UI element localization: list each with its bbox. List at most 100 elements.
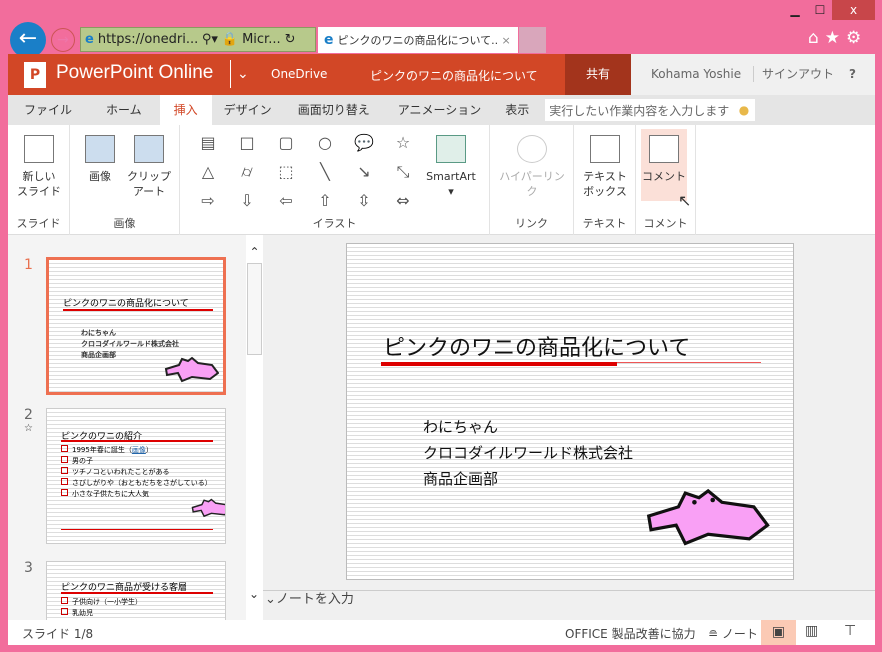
thumb-line: 小さな子供たちに大人気 [61,489,212,500]
subtitle-line: クロコダイルワールド株式会社 [423,444,634,462]
tab-transitions[interactable]: 画面切り替え [284,95,384,125]
shape-12-icon[interactable]: ⇨ [198,191,218,211]
label: クリップ [127,170,171,183]
shape-17-icon[interactable]: ⇔ [393,191,413,211]
slide-thumbnail-1[interactable]: ピンクのワニの商品化について わにちゃん クロコダイルワールド株式会社 商品企画部 [46,257,226,395]
back-button[interactable]: ← [10,22,46,58]
app-name[interactable]: PowerPoint Online [56,62,213,84]
ribbon: スライド 新しい スライド 画像 画像 クリップ アート イラスト ▤ □ ▢ ○ 💬 ☆ △ ⌭… [8,125,875,235]
notes-toggle-icon[interactable]: ⌄ [265,592,276,607]
label: ボックス [583,185,627,198]
crocodile-image [191,498,225,518]
scroll-down-icon[interactable]: ⌄ [249,587,259,601]
tab-design[interactable]: デザイン [212,95,284,125]
lock-icon[interactable]: 🔒 [222,32,238,47]
close-button[interactable]: x [832,0,875,20]
reading-view-icon[interactable]: ▥ [805,623,818,639]
shape-13-icon[interactable]: ⇩ [237,191,257,211]
normal-view-button[interactable]: ▣ [761,620,796,645]
scroll-up-icon[interactable]: ⌃ [246,245,263,259]
user-name[interactable]: Kohama Yoshie [651,54,741,95]
slide-canvas[interactable]: ピンクのワニの商品化について わにちゃん クロコダイルワールド株式会社 商品企画… [346,243,794,580]
slide-subtitle[interactable]: わにちゃん クロコダイルワールド株式会社 商品企画部 [423,414,633,492]
notes-placeholder: ノートを入力 [275,592,354,607]
smartart-button[interactable]: SmartArt ▾ [418,135,484,199]
clipart-button[interactable]: クリップ アート [126,135,172,199]
tab-animations[interactable]: アニメーション [384,95,496,125]
shape-10-icon[interactable]: ↘ [354,162,374,182]
notes-icon: ≘ [708,627,722,641]
search-icon[interactable]: ⚲▾ [202,32,218,47]
shape-3-icon[interactable]: ○ [315,133,335,153]
slide-thumbnail-3[interactable]: ピンクのワニ商品が受ける客層 子供向け（一小学生） 乳幼児 [46,561,226,621]
shape-16-icon[interactable]: ⇳ [354,191,374,211]
label: スライド [17,185,61,198]
group-label-illustrations: イラスト [312,217,357,230]
label: ハイパーリンク [499,170,565,198]
thumb-line: わにちゃん [81,329,116,337]
group-label-slides: スライド [16,217,61,230]
tab-title: ピンクのワニの商品化について.... [337,34,498,47]
slide-number: 2 [24,407,33,423]
tab-view[interactable]: 表示 [495,95,539,125]
share-button[interactable]: 共有 [565,54,631,95]
label: アート [132,185,166,198]
tab-insert[interactable]: 挿入 [159,95,212,125]
slide-thumbnail-panel: 1 ピンクのワニの商品化について わにちゃん クロコダイルワールド株式会社 商品企画… [8,235,263,621]
feedback-link[interactable]: OFFICE 製品改善に協力 [565,625,696,642]
home-icon[interactable]: ⌂ [808,28,825,48]
slide-thumbnail-2[interactable]: ピンクのワニの紹介 1995年春に誕生（画像） 男の子 ツチノコといわれたことが… [46,408,226,544]
signout-link[interactable]: サインアウト [753,66,834,82]
shape-1-icon[interactable]: □ [237,133,257,153]
tab-home[interactable]: ホーム [88,95,160,125]
picture-button[interactable]: 画像 [78,135,122,184]
tab-file[interactable]: ファイル [8,95,88,125]
notes-pane[interactable]: ⌄ノートを入力 [263,590,875,620]
lightbulb-icon: ● [738,103,750,117]
shape-8-icon[interactable]: ⬚ [276,162,296,182]
shape-4-icon[interactable]: 💬 [354,133,374,153]
scroll-thumb[interactable] [247,263,262,355]
text: 1995年春に誕生（ [72,446,132,454]
tell-me-box[interactable]: 実行したい作業内容を入力します ● [545,99,756,121]
slide-count: スライド 1/8 [22,627,94,641]
help-button[interactable]: ? [849,54,856,95]
thumb-title: ピンクのワニの商品化について [63,299,189,309]
shape-7-icon[interactable]: ⌭ [237,162,257,182]
shape-6-icon[interactable]: △ [198,162,218,182]
browser-tab[interactable]: e ピンクのワニの商品化について.... × [318,27,518,53]
shape-0-icon[interactable]: ▤ [198,133,218,153]
address-bar[interactable]: e https://onedri... ⚲▾ 🔒 Micr... ↻ [80,27,316,52]
document-title[interactable]: ピンクのワニの商品化について [370,67,538,84]
slide-number: 1 [24,257,33,273]
slideshow-icon[interactable]: ⊤ [844,623,856,639]
crocodile-image[interactable] [637,484,777,548]
textbox-button[interactable]: テキスト ボックス [578,135,632,199]
slide-title[interactable]: ピンクのワニの商品化について [383,330,690,362]
shape-9-icon[interactable]: ╲ [315,162,335,182]
powerpoint-logo-icon: P [24,62,46,88]
settings-icon[interactable]: ⚙ [846,28,867,48]
tab-close-icon[interactable]: × [502,34,511,47]
favorites-icon[interactable]: ★ [825,28,846,48]
hyperlink-button[interactable]: ハイパーリンク [494,135,570,199]
shape-2-icon[interactable]: ▢ [276,133,296,153]
minimize-button[interactable]: ▁ [783,0,807,20]
label: SmartArt [426,170,476,183]
shapes-gallery: イラスト ▤ □ ▢ ○ 💬 ☆ △ ⌭ ⬚ ╲ ↘ ⤡ ⇨ ⇩ ⇦ ⇧ ⇳ ⇔ SmartArt ▾ [180,125,490,235]
thumbnail-scrollbar[interactable]: ⌃ ⌄ [246,235,263,620]
onedrive-link[interactable]: OneDrive [271,67,327,81]
forward-button[interactable]: → [51,28,75,52]
shape-11-icon[interactable]: ⤡ [393,162,413,182]
shape-5-icon[interactable]: ☆ [393,133,413,153]
new-slide-button[interactable]: 新しい スライド [14,135,64,199]
tell-me-placeholder: 実行したい作業内容を入力します [549,103,730,118]
refresh-icon[interactable]: ↻ [285,32,296,47]
maximize-button[interactable]: ☐ [808,0,832,20]
dropdown-arrow-icon: ▾ [448,185,454,198]
shape-14-icon[interactable]: ⇦ [276,191,296,211]
app-launcher-chevron-icon[interactable]: ⌄ [230,60,249,88]
new-tab-button[interactable] [519,27,546,53]
notes-button[interactable]: ≘ ノート [708,625,758,642]
shape-15-icon[interactable]: ⇧ [315,191,335,211]
